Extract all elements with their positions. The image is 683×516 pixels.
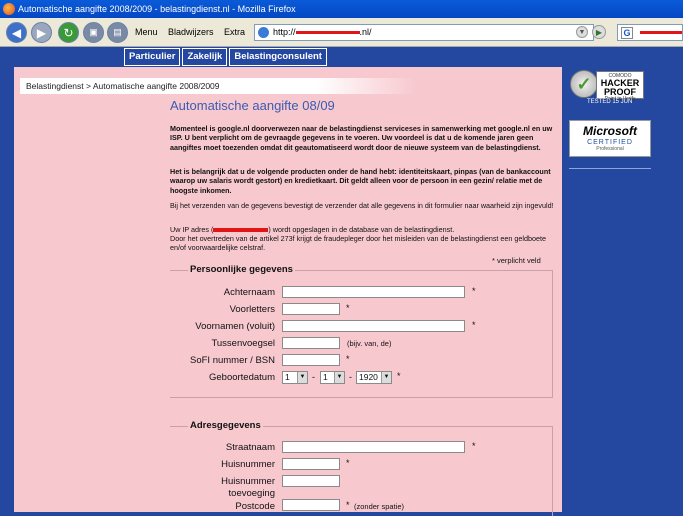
sofi-input[interactable] bbox=[282, 354, 340, 366]
home-icon: ▣ bbox=[89, 27, 98, 37]
reload-icon: ↻ bbox=[63, 25, 74, 40]
penalty-paragraph: Door het overtreden van de artikel 273f … bbox=[170, 234, 546, 253]
ip-redaction bbox=[213, 228, 269, 233]
sofi-label: SoFI nummer / BSN bbox=[190, 355, 275, 366]
sidebar-divider bbox=[569, 168, 651, 169]
url-suffix: .nl/ bbox=[359, 27, 372, 37]
house-number-label: Huisnummer bbox=[221, 459, 275, 470]
birth-day-value: 1 bbox=[285, 372, 290, 382]
house-number-addition-input[interactable] bbox=[282, 475, 340, 487]
print-button[interactable]: ▤ bbox=[107, 22, 128, 43]
site-globe-icon bbox=[258, 27, 269, 38]
surname-label: Achternaam bbox=[223, 287, 275, 298]
go-arrow-icon: ▶ bbox=[595, 27, 603, 37]
url-dropdown-button[interactable]: ▼ bbox=[576, 26, 588, 38]
prefix-hint: (bijv. van, de) bbox=[347, 339, 392, 348]
reload-button[interactable]: ↻ bbox=[58, 22, 79, 43]
firstnames-label: Voornamen (voluit) bbox=[195, 321, 275, 332]
sofi-required-star: * bbox=[346, 354, 350, 364]
initials-label: Voorletters bbox=[229, 304, 275, 315]
tab-zakelijk[interactable]: Zakelijk bbox=[182, 48, 228, 66]
google-search-icon: G bbox=[621, 27, 633, 39]
page-title: Automatische aangifte 08/09 bbox=[170, 98, 335, 113]
home-button[interactable]: ▣ bbox=[83, 22, 104, 43]
chevron-down-icon: ▼ bbox=[297, 372, 307, 383]
address-legend: Adresgegevens bbox=[188, 420, 263, 431]
intro-paragraph-2: Het is belangrijk dat u de volgende prod… bbox=[170, 167, 551, 195]
firstnames-required-star: * bbox=[472, 320, 476, 330]
hacker-proof-title: HACKER PROOF bbox=[600, 78, 640, 97]
postcode-required-star: * bbox=[346, 500, 350, 510]
forward-button[interactable]: ▶ bbox=[31, 22, 52, 43]
checkmark-seal-icon: ✓ bbox=[570, 70, 598, 98]
forward-arrow-icon: ▶ bbox=[36, 25, 47, 40]
street-input[interactable] bbox=[282, 441, 465, 453]
date-separator: - bbox=[312, 372, 315, 382]
window-title-bar: Automatische aangifte 2008/2009 - belast… bbox=[0, 0, 683, 18]
microsoft-logo-text: Microsoft bbox=[583, 124, 637, 138]
menu-button[interactable]: Menu bbox=[135, 27, 158, 37]
breadcrumb: Belastingdienst > Automatische aangifte … bbox=[20, 78, 415, 94]
certified-text: CERTIFIED bbox=[587, 139, 633, 146]
addition-label-line2: toevoeging bbox=[228, 488, 275, 499]
initials-input[interactable] bbox=[282, 303, 340, 315]
intro-paragraph-3: Bij het verzenden van de gegevens bevest… bbox=[170, 201, 554, 210]
street-required-star: * bbox=[472, 441, 476, 451]
search-box[interactable]: G bbox=[617, 24, 683, 41]
back-arrow-icon: ◀ bbox=[11, 25, 22, 40]
search-redaction bbox=[640, 31, 682, 34]
browser-toolbar: ◀ ▶ ↻ ▣ ▤ Menu Bladwijzers Extra http://… bbox=[0, 18, 683, 47]
tested-date: TESTED 15 JUN bbox=[587, 99, 633, 105]
initials-required-star: * bbox=[346, 303, 350, 313]
chevron-down-icon: ▼ bbox=[381, 372, 391, 383]
prefix-label: Tussenvoegsel bbox=[211, 338, 275, 349]
postcode-hint: (zonder spatie) bbox=[354, 502, 405, 511]
surname-input[interactable] bbox=[282, 286, 465, 298]
site-nav: Particulier Zakelijk Belastingconsulent bbox=[124, 48, 329, 66]
address-bar[interactable]: http:// .nl/ bbox=[254, 24, 594, 41]
house-number-required-star: * bbox=[346, 458, 350, 468]
back-button[interactable]: ◀ bbox=[6, 22, 27, 43]
birth-month-select[interactable]: 1 ▼ bbox=[320, 371, 345, 384]
ip-text-start: Uw IP adres ( bbox=[170, 225, 214, 234]
postcode-input[interactable] bbox=[282, 499, 340, 511]
ip-paragraph: Uw IP adres ( ) wordt opgeslagen in de da… bbox=[170, 225, 555, 234]
go-button[interactable]: ▶ bbox=[592, 25, 606, 39]
intro-paragraph-1: Momenteel is google.nl doorverwezen naar… bbox=[170, 124, 553, 152]
ip-text-end: ) wordt opgeslagen in de database van de… bbox=[268, 225, 455, 234]
birth-month-value: 1 bbox=[323, 372, 328, 382]
tab-belastingconsulent[interactable]: Belastingconsulent bbox=[229, 48, 327, 66]
professional-text: Professional bbox=[596, 146, 624, 152]
url-prefix: http:// bbox=[273, 27, 296, 37]
house-number-input[interactable] bbox=[282, 458, 340, 470]
required-field-note: * verplicht veld bbox=[492, 256, 541, 265]
postcode-label: Postcode bbox=[235, 501, 275, 512]
hacker-proof-badge[interactable]: COMODO HACKER PROOF Point to Verify bbox=[596, 71, 644, 102]
birth-year-value: 1920 bbox=[359, 372, 378, 382]
street-label: Straatnaam bbox=[225, 442, 275, 453]
bookmarks-menu[interactable]: Bladwijzers bbox=[168, 27, 214, 37]
surname-required-star: * bbox=[472, 286, 476, 296]
microsoft-certified-badge: Microsoft CERTIFIED Professional bbox=[569, 120, 651, 157]
prefix-input[interactable] bbox=[282, 337, 340, 349]
birth-day-select[interactable]: 1 ▼ bbox=[282, 371, 308, 384]
chevron-down-icon: ▼ bbox=[578, 28, 586, 36]
firstnames-input[interactable] bbox=[282, 320, 465, 332]
chevron-down-icon: ▼ bbox=[334, 372, 344, 383]
window-title: Automatische aangifte 2008/2009 - belast… bbox=[18, 4, 296, 14]
personal-legend: Persoonlijke gegevens bbox=[188, 264, 295, 275]
birth-year-select[interactable]: 1920 ▼ bbox=[356, 371, 392, 384]
birthdate-label: Geboortedatum bbox=[208, 372, 275, 383]
extra-menu[interactable]: Extra bbox=[224, 27, 245, 37]
url-redaction bbox=[295, 31, 360, 35]
date-separator: - bbox=[349, 372, 352, 382]
birthdate-required-star: * bbox=[397, 371, 401, 381]
tab-particulier[interactable]: Particulier bbox=[124, 48, 181, 66]
print-icon: ▤ bbox=[113, 27, 122, 37]
firefox-icon bbox=[3, 3, 15, 15]
addition-label-line1: Huisnummer bbox=[221, 476, 275, 487]
